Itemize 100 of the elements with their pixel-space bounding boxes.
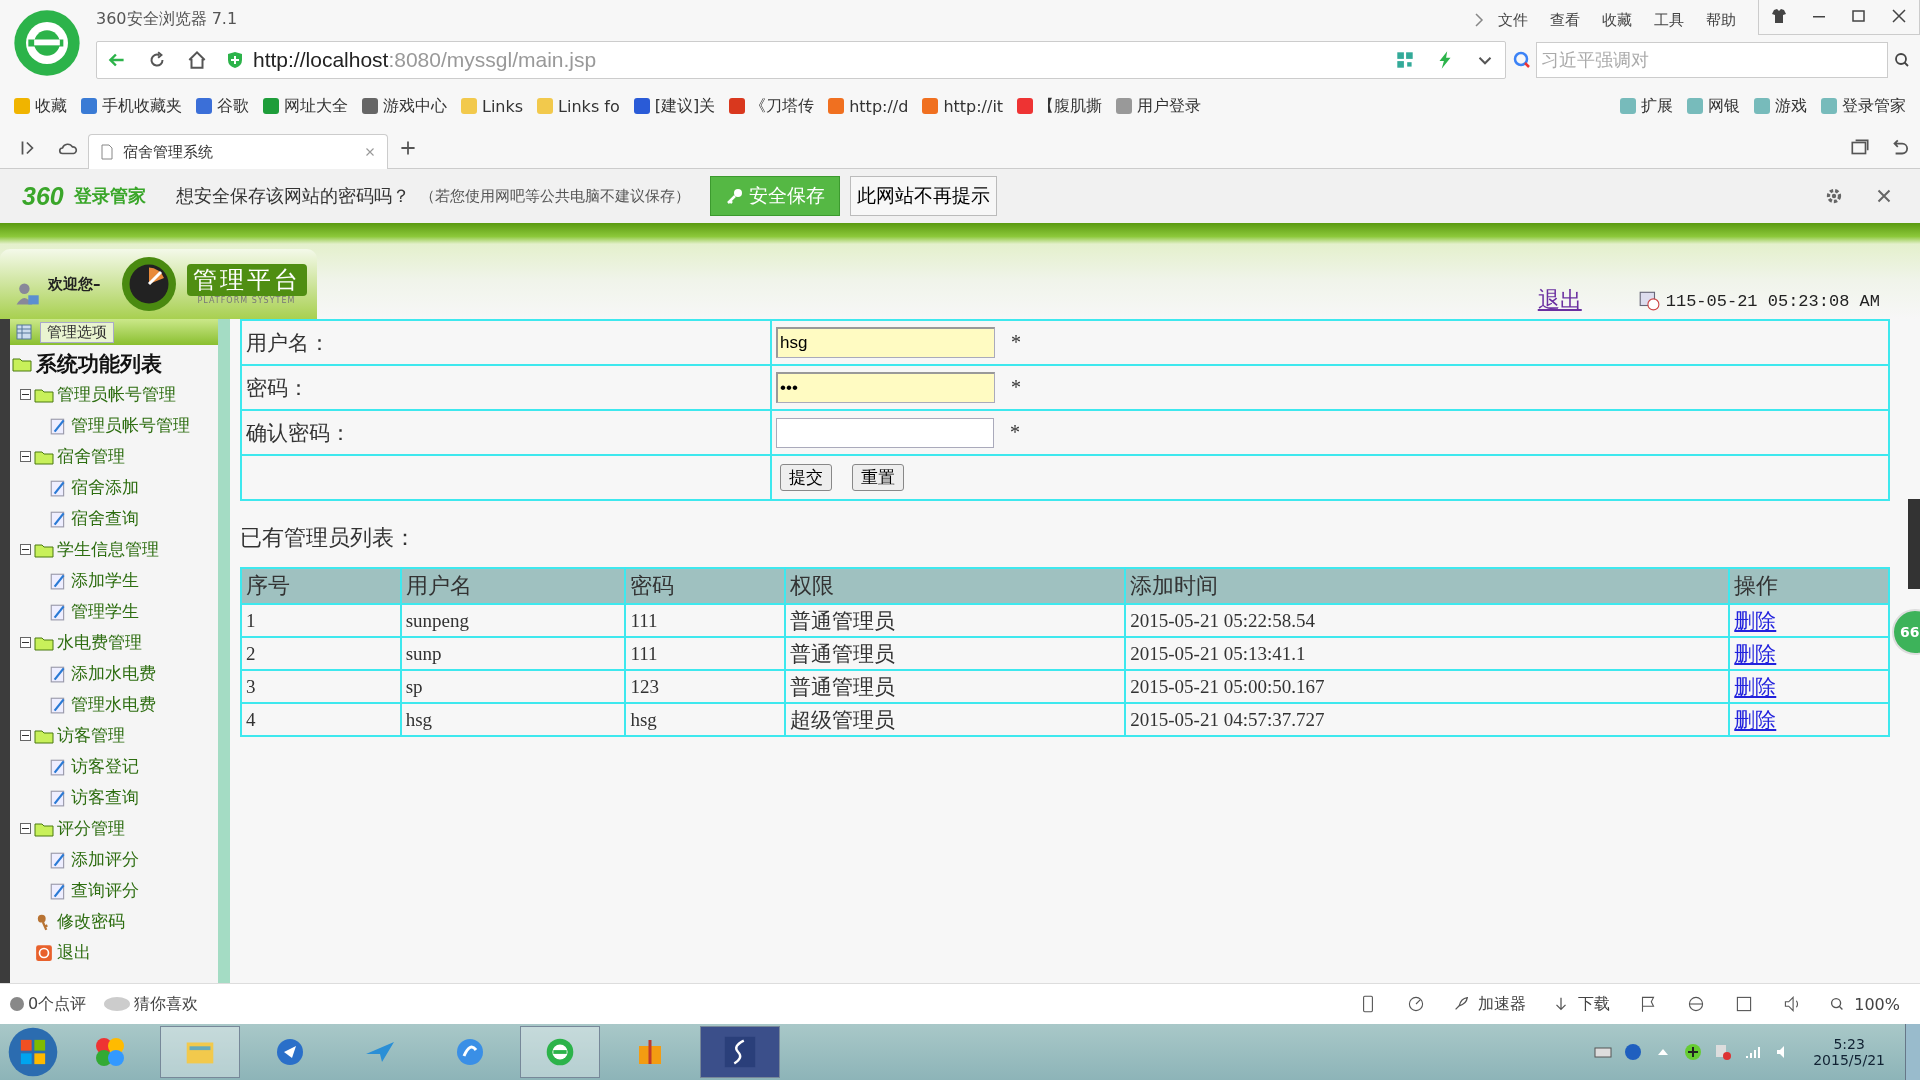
bookmark-item[interactable]: 收藏 [14,95,67,117]
calendar-clock-icon [1637,289,1660,311]
bookmark-item[interactable]: 游戏中心 [362,95,447,117]
bookmark-item[interactable]: 谷歌 [196,95,249,117]
toolbar-item[interactable]: 网银 [1687,95,1740,117]
bookmark-item[interactable]: 手机收藏夹 [81,95,182,117]
start-button-icon[interactable] [6,1025,60,1079]
table-cell: 2015-05-21 04:57:37.727 [1130,708,1325,730]
collapse-icon[interactable] [20,451,31,462]
tree-item[interactable]: 添加评分 [71,848,139,871]
bookmark-item[interactable]: 用户登录 [1116,95,1202,117]
tree-item[interactable]: 添加水电费 [71,662,156,685]
collapse-icon[interactable] [20,730,31,741]
required-mark: * [1011,376,1021,398]
bookmark-item[interactable]: 【腹肌撕 [1017,95,1103,117]
tree-item[interactable]: 宿舍管理 [57,445,125,468]
menu-item[interactable]: 收藏 [1602,10,1632,30]
tree-item[interactable]: 宿舍添加 [71,476,139,499]
bookmark-item[interactable]: 《刀塔传 [729,95,815,117]
menu-item[interactable]: 查看 [1550,10,1580,30]
bookmark-item[interactable]: Links [461,96,524,116]
input-field[interactable]: hsg [776,327,995,358]
tree-item[interactable]: 添加学生 [71,569,139,592]
table-cell: 4 [246,708,256,730]
tree-item[interactable]: 水电费管理 [57,631,142,654]
bookmark-item[interactable]: 网址大全 [263,95,348,117]
home-icon[interactable] [186,49,208,71]
clock-date: 2015/5/21 [1813,1052,1885,1068]
input-field[interactable]: ••• [776,372,995,403]
tree-item[interactable]: 评分管理 [57,817,125,840]
bookmark-item[interactable]: Links fo [537,96,620,116]
collapse-icon[interactable] [20,544,31,555]
tree-item[interactable]: 访客查询 [71,786,139,809]
bookmark-item[interactable]: [建议]关 [633,95,716,117]
tree-item[interactable]: 查询评分 [71,879,139,902]
save-password-question: 想安全保存该网站的密码吗？ [175,184,410,208]
bookmark-item[interactable]: http://d [828,96,909,116]
window-title: 360安全浏览器 7.1 [96,9,238,30]
table-cell: hsg [405,708,433,730]
clock-time: 5:23 [1833,1036,1865,1052]
status-item[interactable]: 0个点评 [10,993,87,1015]
tree-item[interactable]: 学生信息管理 [57,538,159,561]
tree-item[interactable]: 访客管理 [57,724,125,747]
table-cell: 2015-05-21 05:00:50.167 [1130,675,1325,697]
column-header: 操作 [1729,568,1889,604]
toolbar-item[interactable]: 扩展 [1620,95,1673,117]
platform-logo: 管理平台 PLATFORM SYSYTEM [186,263,307,305]
browser-logo-icon[interactable] [520,1026,600,1078]
menu-item[interactable]: 文件 [1498,10,1528,30]
table-cell: 2015-05-21 05:22:58.54 [1130,609,1315,631]
column-header: 密码 [625,568,786,604]
bookmark-item[interactable]: http://it [922,96,1004,116]
qr-code-icon[interactable] [1394,49,1416,71]
search-field[interactable]: 习近平强调对 [1536,42,1888,78]
browser-logo-icon [12,8,82,78]
collapse-icon[interactable] [20,389,31,400]
tree-item[interactable]: 管理水电费 [71,693,156,716]
network-error-icon[interactable] [1713,1042,1734,1062]
logout-link[interactable]: 退出 [1537,285,1582,315]
recorder-app-icon[interactable] [700,1026,780,1078]
side-panel-handle[interactable] [1908,499,1920,589]
table-cell: 普通管理员 [790,608,896,633]
column-header: 序号 [241,568,401,604]
zoom-level[interactable]: 100% [1854,994,1900,1014]
toolbar-item[interactable]: 游戏 [1754,95,1807,117]
toolbar-item[interactable]: 登录管家 [1821,95,1906,117]
browser-tab[interactable]: 宿舍管理系统 [88,134,388,169]
table-icon [16,324,32,340]
tree-item[interactable]: 管理学生 [71,600,139,623]
tree-item[interactable]: 退出 [57,941,91,964]
plus-circle-icon[interactable] [1683,1042,1704,1062]
collapse-icon[interactable] [20,637,31,648]
tree-item[interactable]: 管理员帐号管理 [71,414,190,437]
input-field[interactable] [776,417,994,448]
status-item[interactable]: 猜你喜欢 [104,993,199,1015]
list-title: 已有管理员列表： [240,524,417,552]
brand-label: 登录管家 [73,184,146,208]
table-cell: sp [405,675,423,697]
collapse-icon[interactable] [20,823,31,834]
accelerator-button[interactable]: 加速器 [1478,993,1527,1015]
sidebar-tab[interactable]: 管理选项 [40,321,114,343]
table-cell: 普通管理员 [790,674,896,699]
save-password-hint: （若您使用网吧等公共电脑不建议保存） [419,186,690,206]
download-button[interactable]: 下载 [1578,993,1611,1015]
tree-item[interactable]: 宿舍查询 [71,507,139,530]
tree-item[interactable]: 管理员帐号管理 [57,383,176,406]
table-cell: 2015-05-21 05:13:41.1 [1130,642,1306,664]
required-mark: * [1011,331,1021,353]
never-ask-button[interactable]: 此网站不再提示 [849,176,997,216]
tree-item[interactable]: 修改密码 [57,910,125,933]
tree-item[interactable]: 访客登记 [71,755,139,778]
submit-button[interactable]: 提交 [780,464,832,491]
url-field[interactable]: http://localhost:8080/myssgl/main.jsp [253,48,597,72]
reset-button[interactable]: 重置 [852,464,904,491]
form-label: 用户名： [241,320,771,365]
menu-item[interactable]: 工具 [1654,10,1684,30]
menu-item[interactable]: 帮助 [1706,10,1736,30]
page-icon [99,144,115,160]
chevron-icon[interactable] [1474,12,1484,28]
folder-icon[interactable] [160,1026,240,1078]
